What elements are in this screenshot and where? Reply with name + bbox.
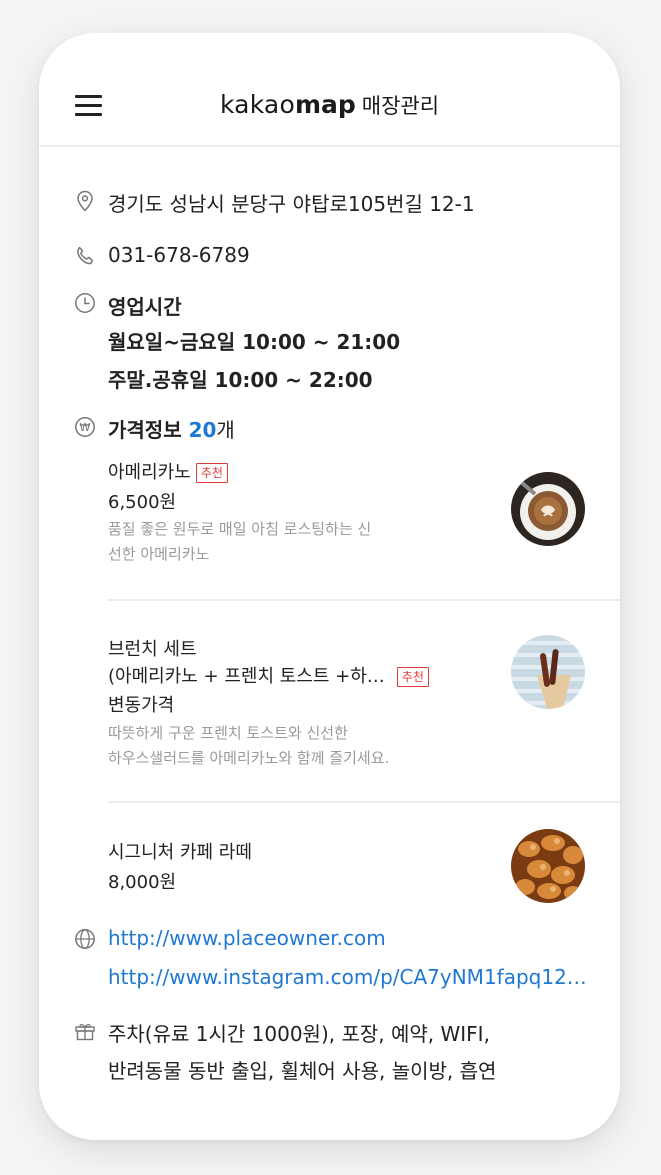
phone-number[interactable]: 031-678-6789	[108, 243, 250, 267]
menu-item-desc: 따뜻하게 구운 프렌치 토스트와 신선한 하우스샐러드를 아메리카노와 함께 즐…	[108, 721, 389, 771]
menu-item-1-name-row[interactable]: 아메리카노 추천	[108, 458, 228, 484]
title-sub: 매장관리	[361, 94, 440, 118]
gift-box-icon	[75, 1024, 95, 1041]
price-count: 20	[188, 418, 217, 442]
menu-item-desc: 품질 좋은 원두로 매일 아침 로스팅하는 신 선한 아메리카노	[108, 517, 371, 567]
menu-item-name[interactable]: 브런치 세트	[108, 635, 197, 661]
desc-line: 따뜻하게 구운 프렌치 토스트와 신선한	[108, 724, 348, 742]
menu-item-name[interactable]: 시그니처 카페 라떼	[108, 838, 252, 864]
address-text: 경기도 성남시 분당구 야탑로105번길 12-1	[108, 192, 475, 216]
phone-frame: kakaomap 매장관리 경기도 성남시 분당구 야탑로105번길 12-1 0…	[39, 33, 620, 1140]
price-label: 가격정보	[108, 418, 182, 442]
website-link[interactable]: http://www.placeowner.com	[108, 926, 386, 950]
recommend-badge: 추천	[396, 667, 429, 687]
page-title: kakaomap 매장관리	[39, 90, 620, 120]
phone-icon	[77, 246, 94, 265]
brand-map: map	[294, 90, 356, 119]
brunch-photo[interactable]	[511, 635, 585, 709]
instagram-link[interactable]: http://www.instagram.com/p/CA7yNM1fapq12…	[108, 965, 587, 989]
item-divider	[108, 599, 620, 601]
item-divider	[108, 801, 620, 803]
recommend-badge: 추천	[195, 463, 228, 483]
menu-item-name-detail: (아메리카노 + 프렌치 토스트 +하…	[108, 666, 385, 687]
americano-photo[interactable]	[511, 472, 585, 546]
hours-weekend: 주말.공휴일 10:00 ~ 22:00	[108, 368, 373, 392]
svg-text:₩: ₩	[80, 421, 91, 434]
price-unit: 개	[216, 418, 235, 442]
app-header: kakaomap 매장관리	[39, 33, 620, 147]
hours-label: 영업시간	[108, 295, 182, 319]
globe-icon	[75, 929, 95, 949]
desc-line: 품질 좋은 원두로 매일 아침 로스팅하는 신	[108, 520, 372, 538]
menu-item-2-name-row[interactable]: (아메리카노 + 프렌치 토스트 +하… 추천	[108, 662, 429, 688]
menu-item-name: 아메리카노	[108, 462, 191, 483]
location-pin-icon	[77, 190, 93, 212]
clock-icon	[75, 293, 95, 313]
amenities-line-2: 반려동물 동반 출입, 휠체어 사용, 놀이방, 흡연	[108, 1059, 497, 1083]
menu-item-price: 변동가격	[108, 695, 175, 716]
desc-line: 하우스샐러드를 아메리카노와 함께 즐기세요.	[108, 749, 390, 767]
desc-line: 선한 아메리카노	[108, 545, 210, 563]
brand-kakao: kakao	[219, 90, 295, 119]
won-currency-icon: ₩	[75, 417, 95, 437]
amenities-line-1: 주차(유료 1시간 1000원), 포장, 예약, WIFI,	[108, 1022, 490, 1046]
menu-item-price: 6,500원	[108, 492, 177, 513]
price-info-header: 가격정보 20개	[108, 414, 235, 443]
cafe-latte-photo[interactable]	[511, 829, 585, 903]
menu-item-price: 8,000원	[108, 872, 177, 893]
hours-weekday: 월요일~금요일 10:00 ~ 21:00	[108, 330, 401, 354]
